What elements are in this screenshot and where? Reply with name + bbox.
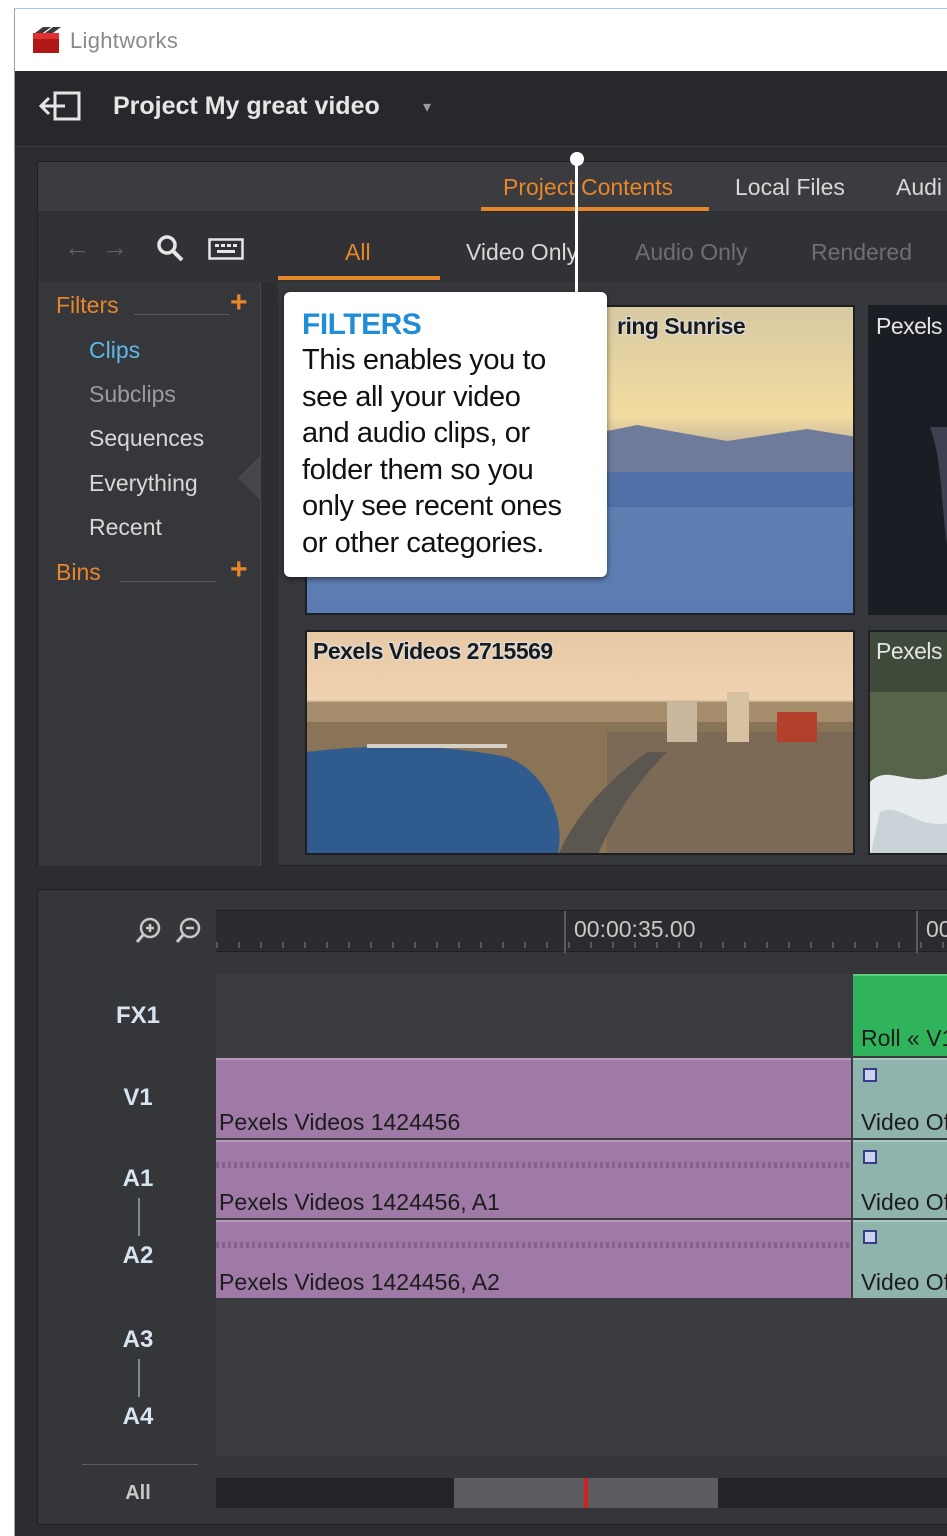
zoom-out-icon[interactable]	[175, 916, 203, 944]
active-subtab-underline	[278, 276, 440, 280]
bins-heading: Bins	[56, 559, 101, 585]
timeline-clip-a2[interactable]: Video Of	[853, 1220, 947, 1298]
ruler-major-mark	[564, 911, 566, 953]
clip-thumbnail[interactable]: Pexels V	[868, 630, 947, 855]
timeline-panel: 00:00:35.00 00: FX1 V1 A1 A2 A3 A4 Roll …	[37, 889, 947, 1525]
filter-tab-video-only[interactable]: Video Only	[466, 239, 578, 266]
timeline-clip-v1[interactable]: Pexels Videos 1424456	[216, 1058, 851, 1138]
clip-thumbnail[interactable]: Pexels V	[868, 305, 947, 615]
filters-sidebar: Filters + Clips Subclips Sequences Every…	[38, 282, 262, 866]
track-link-a3-a4	[138, 1359, 140, 1397]
track-label-fx1[interactable]: FX1	[98, 1002, 178, 1030]
clip-label: Roll « V1	[861, 1025, 947, 1051]
filter-tab-rendered[interactable]: Rendered	[811, 239, 912, 266]
app-window: Lightworks Project My great video ▾ Proj…	[14, 8, 947, 1536]
bins-divider	[120, 581, 216, 582]
add-filter-button[interactable]: +	[230, 288, 248, 318]
clip-marker-icon	[863, 1150, 877, 1164]
sidebar-item-everything[interactable]: Everything	[89, 470, 198, 497]
track-list-divider	[82, 1464, 198, 1465]
track-label-a2[interactable]: A2	[98, 1242, 178, 1270]
clip-label: Pexels Videos 1424456, A1	[219, 1189, 500, 1215]
audio-waveform	[216, 1162, 851, 1168]
timeline-clip-a1[interactable]: Video Of	[853, 1140, 947, 1218]
callout-line: folder them so you	[302, 453, 534, 486]
exit-project-icon[interactable]	[37, 89, 83, 123]
tab-audio[interactable]: Audi	[896, 174, 942, 201]
sidebar-item-subclips[interactable]: Subclips	[89, 381, 176, 408]
callout-body: This enables you to see all your video a…	[302, 342, 591, 561]
callout-pointer-line	[575, 159, 578, 297]
filters-callout: FILTERS This enables you to see all your…	[284, 292, 607, 577]
audio-waveform	[216, 1242, 851, 1248]
clip-thumbnail-label: ring Sunrise	[617, 313, 746, 339]
ruler-timecode: 00:00:35.00	[574, 916, 696, 942]
clip-label: Video Of	[861, 1109, 947, 1135]
clip-label: Video Of	[861, 1189, 947, 1215]
track-label-a3[interactable]: A3	[98, 1326, 178, 1354]
add-bin-button[interactable]: +	[230, 555, 248, 585]
clip-preview-image	[870, 632, 947, 853]
track-label-v1[interactable]: V1	[98, 1084, 178, 1112]
timeline-clip-a1[interactable]: Pexels Videos 1424456, A1	[216, 1140, 851, 1218]
clip-preview-image	[870, 307, 947, 613]
project-title[interactable]: Project My great video	[113, 92, 380, 121]
timeline-lanes[interactable]: Roll « V1 Pexels Videos 1424456 Video Of…	[216, 974, 947, 1456]
back-arrow-icon[interactable]: ←	[64, 232, 90, 263]
callout-line: see all your video	[302, 380, 521, 413]
timeline-clip-a2[interactable]: Pexels Videos 1424456, A2	[216, 1220, 851, 1298]
clip-label: Pexels Videos 1424456, A2	[219, 1269, 500, 1295]
timeline-clip-v1[interactable]: Video Of	[853, 1058, 947, 1138]
callout-title: FILTERS	[302, 308, 422, 341]
clip-marker-icon	[863, 1230, 877, 1244]
sidebar-item-sequences[interactable]: Sequences	[89, 425, 204, 452]
active-tab-underline	[481, 207, 709, 211]
lightworks-logo-icon	[33, 27, 61, 53]
forward-arrow-icon[interactable]: →	[102, 232, 128, 263]
track-label-a4[interactable]: A4	[98, 1403, 178, 1431]
timeline-ruler[interactable]: 00:00:35.00 00:	[216, 910, 947, 953]
filter-tab-audio-only[interactable]: Audio Only	[635, 239, 748, 266]
track-label-a1[interactable]: A1	[98, 1165, 178, 1193]
project-bar: Project My great video ▾	[15, 71, 947, 147]
browser-tab-strip: Project Contents Local Files Audi	[38, 162, 947, 212]
timeline-scrollbar[interactable]	[216, 1478, 947, 1508]
filter-tab-all[interactable]: All	[345, 239, 371, 266]
callout-line: only see recent ones	[302, 490, 562, 522]
timeline-clip-fx1[interactable]: Roll « V1	[853, 974, 947, 1056]
zoom-in-icon[interactable]	[135, 916, 163, 944]
clip-marker-icon	[863, 1068, 877, 1082]
clip-label: Pexels Videos 1424456	[219, 1109, 461, 1135]
sidebar-item-recent[interactable]: Recent	[89, 514, 162, 541]
search-icon[interactable]	[156, 234, 184, 262]
clip-thumbnail-label: Pexels Videos 2715569	[313, 638, 553, 664]
callout-line: This enables you to	[302, 344, 546, 376]
clip-thumbnail-label: Pexels V	[876, 313, 947, 339]
sidebar-item-clips[interactable]: Clips	[89, 337, 140, 364]
callout-line: or other categories.	[302, 526, 544, 559]
tab-local-files[interactable]: Local Files	[735, 174, 845, 201]
clip-preview-image	[307, 632, 853, 853]
ruler-timecode: 00:	[926, 916, 947, 942]
playhead[interactable]	[584, 1478, 588, 1508]
clip-thumbnail-label: Pexels V	[876, 638, 947, 664]
app-title: Lightworks	[70, 28, 179, 53]
filters-heading: Filters	[56, 292, 119, 318]
clip-thumbnail[interactable]: Pexels Videos 2715569	[305, 630, 855, 855]
all-tracks-button[interactable]: All	[98, 1482, 178, 1505]
selection-arrow	[238, 454, 262, 502]
title-bar: Lightworks	[15, 9, 947, 71]
keyboard-icon[interactable]	[208, 238, 244, 260]
filters-divider	[134, 314, 230, 315]
browser-sub-bar: ← → All Video Only Audio Only Rendered	[38, 212, 947, 282]
ruler-major-mark	[916, 911, 918, 953]
panel-splitter[interactable]	[260, 282, 278, 866]
callout-line: and audio clips, or	[302, 417, 530, 449]
clip-label: Video Of	[861, 1269, 947, 1295]
project-dropdown-caret[interactable]: ▾	[423, 97, 431, 117]
track-link-a1-a2	[138, 1198, 140, 1236]
tab-project-contents[interactable]: Project Contents	[503, 174, 673, 201]
